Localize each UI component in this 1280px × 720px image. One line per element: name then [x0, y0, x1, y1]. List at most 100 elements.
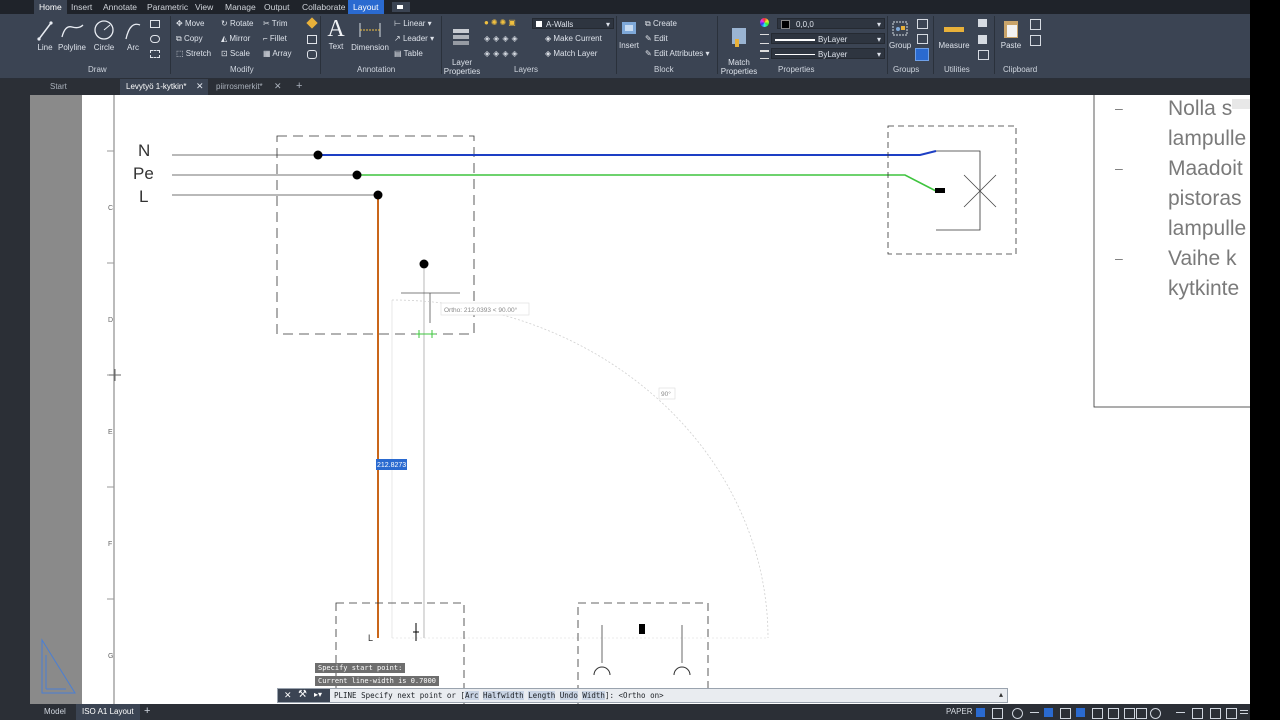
layer-dropdown[interactable]: A-Walls ▾ [532, 18, 614, 29]
match-properties-button[interactable]: Match Properties [720, 16, 758, 85]
isolate-objects-icon[interactable] [1192, 708, 1203, 719]
doc-tab-levytyo[interactable]: Levytyö 1-kytkin* [120, 79, 208, 95]
ortho-icon[interactable] [1030, 708, 1039, 717]
measure-button[interactable]: Measure [937, 17, 971, 50]
make-current-button[interactable]: ◈ Make Current [545, 34, 602, 43]
tab-parametric[interactable]: Parametric [142, 0, 193, 14]
doc-tab-start[interactable]: Start [44, 79, 116, 95]
phase-connection-dot[interactable] [373, 190, 383, 200]
offset-icon[interactable] [307, 50, 317, 59]
group-select-icon[interactable] [915, 48, 929, 61]
copy-button[interactable]: ⧉ Copy [176, 34, 203, 44]
earth-wire[interactable] [357, 174, 937, 192]
command-history-toggle-icon[interactable]: ▴ [999, 690, 1003, 699]
clipboard-panel-title[interactable]: Clipboard [1003, 65, 1037, 74]
hatch-icon[interactable] [150, 35, 160, 43]
count-icon[interactable] [978, 50, 989, 60]
trim-button[interactable]: ✂ Trim [263, 19, 287, 28]
quick-select-icon[interactable] [978, 19, 987, 27]
create-block-button[interactable]: ⧉ Create [645, 19, 677, 29]
tab-manage[interactable]: Manage [220, 0, 261, 14]
command-option-width[interactable]: Width [582, 691, 605, 700]
text-button[interactable]: A Text [326, 16, 346, 51]
command-option-halfwidth[interactable]: Halfwidth [483, 691, 524, 700]
utilities-panel-title[interactable]: Utilities [944, 65, 970, 74]
layer-off-icon[interactable]: ◈ [484, 34, 493, 43]
group-edit-icon[interactable] [917, 34, 928, 44]
tab-annotate[interactable]: Annotate [98, 0, 142, 14]
isodraft-icon[interactable] [1060, 708, 1071, 719]
array-button[interactable]: ▦ Array [263, 49, 291, 58]
close-icon[interactable]: ✕ [284, 690, 292, 701]
layer-previous-icon[interactable]: ◈ [511, 49, 520, 58]
insert-button[interactable]: Insert [618, 17, 640, 50]
block-panel-title[interactable]: Block [654, 65, 674, 74]
clean-screen-icon[interactable] [1226, 708, 1237, 719]
draw-panel-title[interactable]: Draw [88, 65, 107, 74]
tab-output[interactable]: Output [259, 0, 295, 14]
move-button[interactable]: ✥ Move [176, 19, 205, 28]
layer-isolate-icon[interactable]: ◈ [493, 34, 502, 43]
add-layout-icon[interactable]: + [144, 705, 150, 717]
socket-terminal[interactable] [639, 624, 645, 634]
arc-button[interactable]: Arc [122, 17, 144, 52]
object-snap-icon[interactable] [1092, 708, 1103, 719]
layer-properties-button[interactable]: Layer Properties [443, 16, 481, 85]
rotate-button[interactable]: ↻ Rotate [221, 19, 254, 28]
hardware-acceleration-icon[interactable] [1210, 708, 1221, 719]
neutral-connection-dot[interactable] [313, 150, 323, 160]
neutral-wire[interactable] [318, 150, 937, 156]
line-button[interactable]: Line [35, 17, 55, 52]
modify-panel-title[interactable]: Modify [230, 65, 254, 74]
grid-icon[interactable] [976, 708, 985, 717]
length-input-value[interactable]: 212.8273 [377, 462, 406, 469]
paper-space-toggle[interactable]: PAPER [946, 707, 973, 716]
command-option-arc[interactable]: Arc [464, 691, 479, 700]
layer-merge-icon[interactable]: ◈ [493, 49, 502, 58]
linetype-dropdown[interactable]: ByLayer ▾ [771, 33, 885, 44]
snap-icon[interactable] [992, 708, 1003, 719]
cut-icon[interactable] [1030, 19, 1041, 30]
leader-dropdown[interactable]: ↗ Leader ▾ [394, 34, 434, 43]
switch-wire-dot[interactable] [419, 259, 429, 269]
object-snap-tracking-icon[interactable] [1076, 708, 1085, 717]
close-icon[interactable]: ✕ [274, 81, 282, 92]
earth-terminal[interactable] [935, 188, 945, 193]
transparency-icon[interactable] [1124, 708, 1135, 719]
tab-insert[interactable]: Insert [66, 0, 97, 14]
tab-overflow-button[interactable] [392, 2, 410, 12]
edit-attributes-button[interactable]: ✎ Edit Attributes ▾ [645, 49, 710, 58]
infer-constraints-icon[interactable] [1012, 708, 1023, 719]
explode-icon[interactable] [307, 35, 317, 44]
notes-grip-icon[interactable] [1232, 99, 1250, 109]
wrench-icon[interactable]: ⚒ [298, 689, 307, 700]
erase-icon[interactable] [306, 17, 318, 29]
command-option-length[interactable]: Length [528, 691, 556, 700]
settings-icon[interactable] [1150, 708, 1161, 719]
paste-button[interactable]: Paste [998, 17, 1024, 50]
lightbulb-icon[interactable]: ● [484, 18, 491, 27]
ungroup-icon[interactable] [917, 19, 928, 29]
match-layer-button[interactable]: ◈ Match Layer [545, 49, 597, 58]
lock-icon[interactable]: ▣ [508, 18, 518, 27]
stretch-button[interactable]: ⬚ Stretch [176, 49, 211, 58]
group-button[interactable]: Group [889, 17, 911, 50]
calculator-icon[interactable] [978, 35, 987, 44]
close-icon[interactable]: ✕ [196, 81, 204, 92]
new-tab-icon[interactable]: + [296, 80, 302, 92]
plus-icon[interactable] [1176, 708, 1185, 717]
dimension-button[interactable]: Dimension [350, 17, 390, 52]
selection-cycling-icon[interactable] [1136, 708, 1147, 719]
region-icon[interactable] [150, 50, 160, 58]
rectangle-icon[interactable] [150, 20, 160, 28]
color-wheel-icon[interactable] [760, 18, 769, 27]
earth-connection-dot[interactable] [352, 170, 362, 180]
linear-dropdown[interactable]: ⊢ Linear ▾ [394, 19, 432, 28]
scale-button[interactable]: ⊡ Scale [221, 49, 250, 58]
tab-collaborate[interactable]: Collaborate [297, 0, 350, 14]
layer-walk-icon[interactable]: ◈ [484, 49, 493, 58]
tab-view[interactable]: View [190, 0, 218, 14]
layout-tab-model[interactable]: Model [38, 704, 72, 720]
sun-icon[interactable]: ✺ [491, 18, 500, 27]
chevron-down-icon[interactable]: ▸▾ [314, 690, 322, 699]
